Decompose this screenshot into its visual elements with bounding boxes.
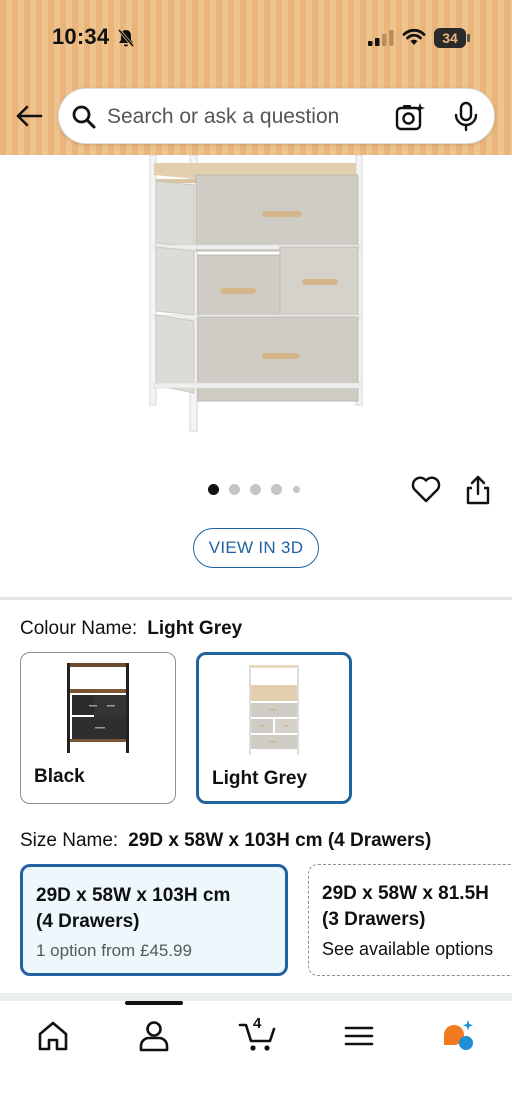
size-option-3-drawers[interactable]: 29D x 58W x 81.5H (3 Drawers) See availa… <box>308 864 512 976</box>
colour-option-black[interactable]: Black <box>20 652 176 804</box>
battery-indicator: 34 <box>434 28 470 48</box>
cart-button[interactable]: 4 <box>238 1015 278 1053</box>
view-in-3d-button[interactable]: VIEW IN 3D <box>193 528 319 568</box>
size-name-value: 29D x 58W x 103H cm (4 Drawers) <box>128 830 432 851</box>
carousel-dot[interactable] <box>271 484 282 495</box>
search-icon[interactable] <box>71 104 97 130</box>
status-bar: 10:34 34 <box>0 0 512 76</box>
bottom-navigation: 4 <box>0 1001 512 1109</box>
home-icon[interactable] <box>35 1019 71 1053</box>
bell-muted-icon <box>117 29 135 47</box>
black-variant-thumbnail <box>67 663 129 753</box>
size-option-title: 29D x 58W x 81.5H (3 Drawers) <box>322 883 489 930</box>
light-grey-variant-thumbnail <box>249 665 299 755</box>
product-image[interactable] <box>146 155 366 435</box>
carousel-dot[interactable] <box>229 484 240 495</box>
colour-option-light-grey[interactable]: Light Grey <box>196 652 352 804</box>
account-icon[interactable] <box>136 1019 172 1053</box>
carousel-dot[interactable] <box>208 484 219 495</box>
colour-name-value: Light Grey <box>147 618 243 639</box>
rufus-assistant-icon[interactable] <box>440 1019 476 1053</box>
size-name-row: Size Name: 29D x 58W x 103H cm (4 Drawers… <box>20 830 431 852</box>
status-time: 10:34 <box>52 24 110 49</box>
size-option-price: 1 option from £45.99 <box>36 941 192 960</box>
active-tab-indicator <box>125 1001 183 1005</box>
see-available-options-link[interactable]: See available options <box>322 939 493 960</box>
battery-level: 34 <box>442 30 458 46</box>
colour-option-label: Light Grey <box>212 768 308 789</box>
image-carousel-dots[interactable] <box>208 484 308 496</box>
section-divider <box>0 597 512 600</box>
header: 10:34 34 <box>0 0 512 155</box>
heart-icon[interactable] <box>410 474 442 504</box>
back-arrow-icon[interactable] <box>14 102 44 130</box>
colour-option-label: Black <box>34 766 85 787</box>
cart-count-badge: 4 <box>253 1015 262 1032</box>
bottom-separator <box>0 993 512 1001</box>
size-name-label: Size Name: <box>20 830 119 851</box>
share-icon[interactable] <box>464 474 492 506</box>
search-input[interactable] <box>107 103 387 131</box>
wifi-icon <box>402 28 426 45</box>
size-option-title: 29D x 58W x 103H cm (4 Drawers) <box>36 885 231 932</box>
menu-icon[interactable] <box>341 1019 377 1053</box>
carousel-dot[interactable] <box>250 484 261 495</box>
search-bar[interactable] <box>58 88 495 144</box>
microphone-icon[interactable] <box>453 101 479 133</box>
size-option-4-drawers[interactable]: 29D x 58W x 103H cm (4 Drawers) 1 option… <box>20 864 288 976</box>
carousel-dot[interactable] <box>293 486 300 493</box>
colour-name-label: Colour Name: <box>20 618 138 639</box>
colour-name-row: Colour Name: Light Grey <box>20 618 242 640</box>
cellular-signal-icon <box>368 30 394 46</box>
camera-search-icon[interactable] <box>395 102 425 132</box>
